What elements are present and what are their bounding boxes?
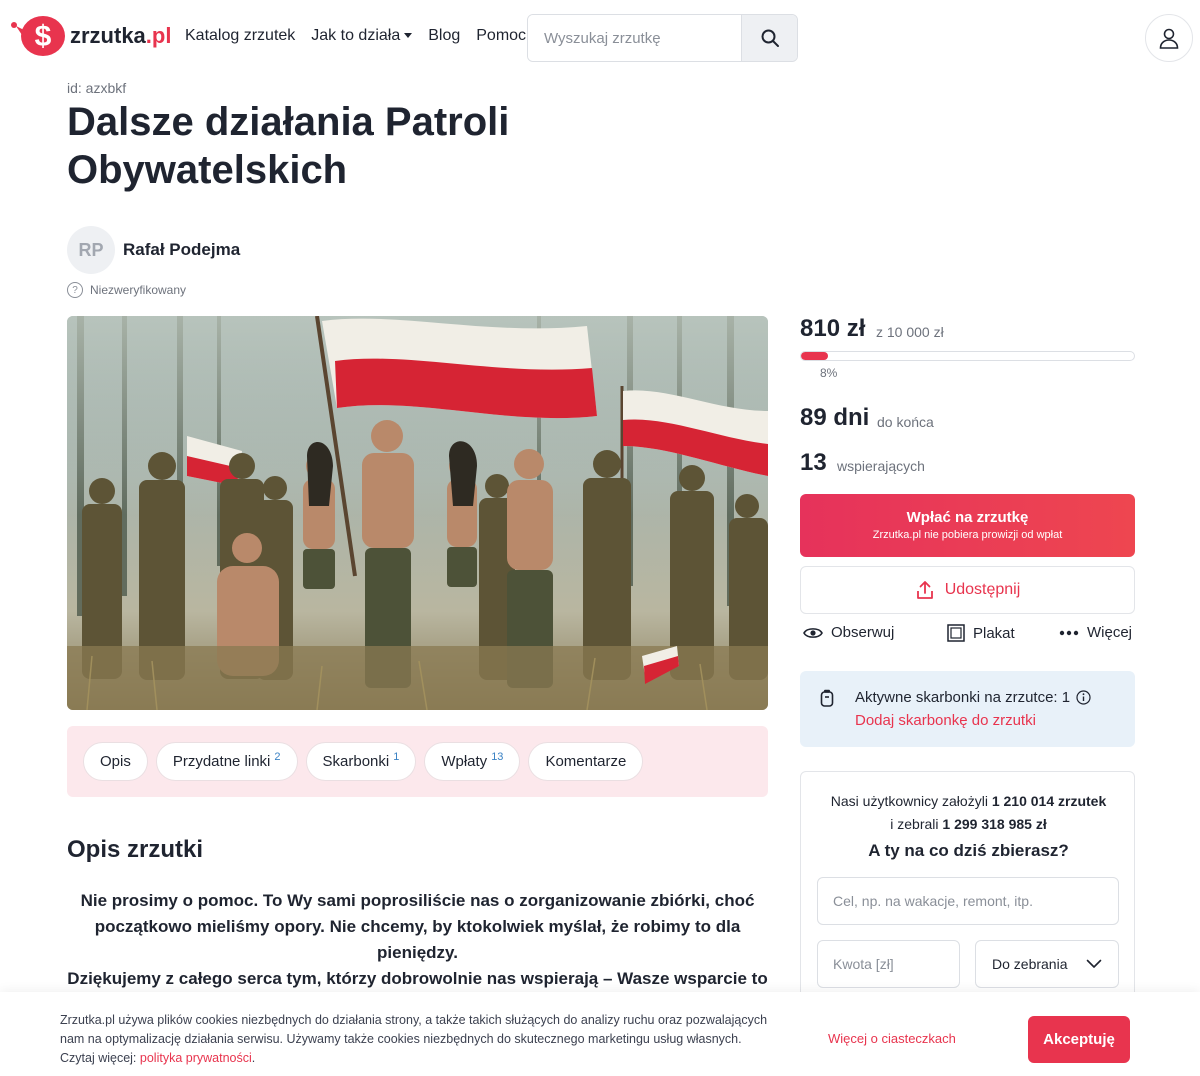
goal-field[interactable]: Cel, np. na wakacje, remont, itp.: [817, 877, 1119, 925]
active-piggybanks-label: Aktywne skarbonki na zrzutce: 1: [855, 689, 1071, 706]
add-piggybank-link[interactable]: Dodaj skarbonkę do zrzutki: [855, 712, 1036, 729]
create-fundraiser-box: Nasi użytkownicy założyli 1 210 014 zrzu…: [800, 771, 1135, 1011]
tab-useful-links[interactable]: Przydatne linki 2: [155, 742, 298, 781]
progress-percent: 8%: [820, 366, 838, 380]
campaign-id: id: azxbkf: [67, 80, 127, 96]
poster-label: Plakat: [973, 624, 1015, 642]
tab-count: 13: [491, 750, 504, 763]
donate-button-label: Wpłać na zrzutkę: [906, 509, 1029, 526]
user-icon: [1159, 28, 1179, 49]
type-select-value: Do zebrania: [992, 956, 1068, 972]
share-button[interactable]: Udostępnij: [800, 566, 1135, 614]
campaign-image: [67, 316, 768, 710]
search-box: [527, 14, 798, 62]
more-label: Więcej: [1087, 624, 1133, 641]
supporters-label: wspierających: [837, 458, 925, 474]
more-button[interactable]: Więcej: [1059, 624, 1132, 641]
site-logo[interactable]: $ zrzutka.pl: [10, 14, 171, 58]
site-header: $ zrzutka.pl Katalog zrzutek Jak to dzia…: [0, 0, 1200, 76]
tab-payments[interactable]: Wpłaty 13: [424, 742, 521, 781]
description-line: pieniędzy.: [377, 943, 458, 962]
days-left-label: do końca: [877, 414, 934, 430]
main-nav: Katalog zrzutek Jak to działa Blog Pomoc: [185, 27, 526, 45]
goal-amount: z 10 000 zł: [876, 324, 944, 340]
tab-comments[interactable]: Komentarze: [528, 742, 644, 781]
page-title: Dalsze działania Patroli Obywatelskich: [67, 100, 510, 192]
follow-label: Obserwuj: [831, 624, 895, 641]
description-line: Dziękujemy z całego serca tym, którzy do…: [67, 969, 768, 988]
description-line: Nie prosimy o pomoc. To Wy sami poprosil…: [80, 891, 755, 910]
cookie-text-end: .: [251, 1051, 256, 1065]
nav-catalog[interactable]: Katalog zrzutek: [185, 27, 295, 45]
supporters-count: 13: [800, 449, 827, 476]
tab-piggybanks[interactable]: Skarbonki 1: [305, 742, 417, 781]
tab-count: 2: [274, 750, 281, 763]
search-input[interactable]: [528, 15, 741, 61]
verification-status[interactable]: ? Niezweryfikowany: [67, 282, 186, 298]
privacy-policy-link[interactable]: polityka prywatności: [140, 1051, 252, 1065]
more-dots-icon: [1059, 630, 1079, 635]
piggybank-icon: [820, 689, 834, 707]
share-label: Udostępnij: [944, 581, 1021, 598]
secondary-actions: Obserwuj Plakat Więcej: [800, 624, 1135, 646]
stats-prefix: Nasi użytkownicy założyli: [830, 793, 988, 809]
piggy-logo-icon: $: [10, 14, 68, 58]
nav-help[interactable]: Pomoc: [476, 27, 526, 45]
cookie-text: Zrzutka.pl używa plików cookies niezbędn…: [60, 1011, 775, 1068]
stats-count: 1 210 014 zrzutek: [991, 793, 1107, 809]
platform-stats: Nasi użytkownicy założyli 1 210 014 zrzu…: [801, 790, 1136, 836]
search-icon: [761, 29, 779, 47]
cookie-banner: Zrzutka.pl używa plików cookies niezbędn…: [0, 992, 1200, 1076]
days-left-value: 89 dni: [800, 404, 870, 431]
user-account-button[interactable]: [1145, 14, 1193, 62]
eye-icon: [803, 627, 823, 638]
raised-amount: 810 zł: [800, 315, 866, 342]
cta-question: A ty na co dziś zbierasz?: [868, 841, 1069, 860]
search-button[interactable]: [741, 15, 797, 61]
description-text: Nie prosimy o pomoc. To Wy sami poprosil…: [67, 888, 768, 992]
amount-field[interactable]: Kwota [zł]: [817, 940, 960, 988]
share-icon: [916, 581, 933, 599]
verification-label: Niezweryfikowany: [90, 283, 187, 297]
cookie-more-link[interactable]: Więcej o ciasteczkach: [828, 1031, 956, 1046]
fundraiser-type-select[interactable]: Do zebrania: [975, 940, 1119, 988]
poster-icon: [947, 624, 965, 642]
follow-button[interactable]: Obserwuj: [803, 624, 894, 641]
donate-button[interactable]: Wpłać na zrzutkę Zrzutka.pl nie pobiera …: [800, 494, 1135, 557]
chevron-down-icon: [1086, 959, 1102, 968]
nav-how-it-works[interactable]: Jak to działa: [311, 27, 413, 45]
progress-fill: [801, 352, 828, 360]
stats-mid: i zebrali: [890, 816, 939, 832]
stats-total: 1 299 318 985 zł: [942, 816, 1047, 832]
accept-cookies-button[interactable]: Akceptuję: [1028, 1016, 1130, 1063]
donate-button-note: Zrzutka.pl nie pobiera prowizji od wpłat: [872, 529, 1063, 541]
avatar[interactable]: RP: [67, 226, 115, 274]
active-piggybanks: Aktywne skarbonki na zrzutce: 1: [855, 689, 1091, 706]
description-line: początkowo mieliśmy opory. Nie chcemy, b…: [94, 917, 741, 936]
piggybanks-info: Aktywne skarbonki na zrzutce: 1 Dodaj sk…: [800, 671, 1135, 747]
caret-down-icon: [404, 33, 413, 39]
poster-button[interactable]: Plakat: [947, 624, 1015, 642]
description-heading: Opis zrzutki: [67, 836, 204, 863]
campaign-tabs: Opis Przydatne linki 2 Skarbonki 1 Wpłaty 1…: [67, 726, 768, 797]
logo-text: zrzutka.pl: [70, 23, 172, 48]
tab-description[interactable]: Opis: [83, 742, 148, 781]
info-icon[interactable]: [1076, 690, 1091, 705]
nav-blog[interactable]: Blog: [428, 27, 460, 45]
tab-count: 1: [393, 750, 400, 763]
progress-bar: [800, 351, 1135, 361]
svg-text:$: $: [35, 20, 52, 53]
author-name[interactable]: Rafał Podejma: [123, 240, 240, 260]
question-icon: ?: [67, 282, 83, 298]
